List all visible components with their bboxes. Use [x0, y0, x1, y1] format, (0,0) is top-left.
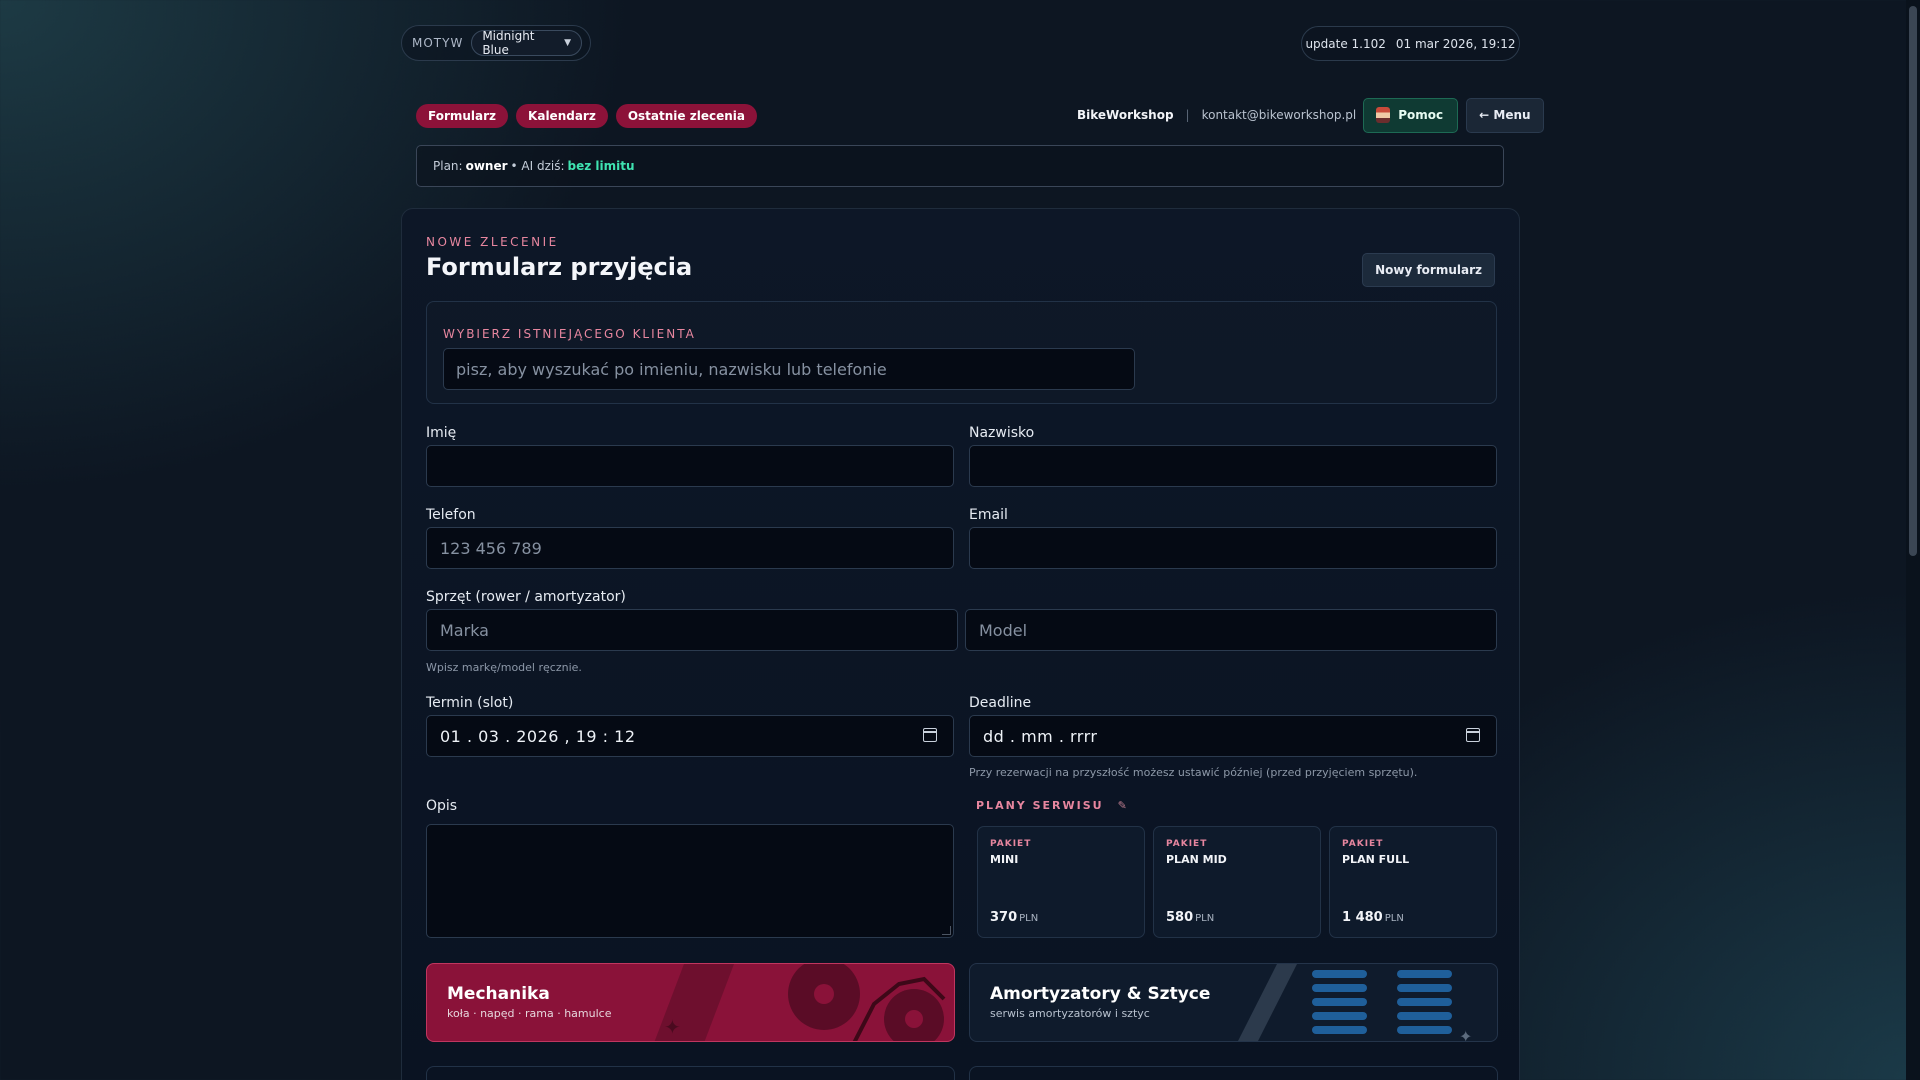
plan-name: PLAN MID — [1166, 853, 1227, 866]
header-separator: | — [1185, 108, 1190, 122]
ai-prefix: • AI dziś: — [510, 159, 565, 173]
form-eyebrow: NOWE ZLECENIE — [426, 235, 559, 249]
calendar-icon[interactable] — [1466, 728, 1480, 742]
equipment-brand-input[interactable]: Marka — [426, 609, 958, 651]
pencil-icon[interactable]: ✎ — [1118, 799, 1127, 812]
plan-tag: PAKIET — [1166, 839, 1208, 849]
calendar-icon[interactable] — [923, 728, 937, 742]
plan-prefix: Plan: — [433, 159, 463, 173]
category-subtitle: serwis amortyzatorów i sztyc — [990, 1007, 1150, 1020]
deadline-placeholder: dd . mm . rrrr — [983, 726, 1098, 746]
next-section-right — [969, 1066, 1498, 1080]
phone-label: Telefon — [426, 507, 476, 523]
description-textarea[interactable] — [426, 824, 954, 938]
svg-text:✦: ✦ — [1459, 1027, 1472, 1042]
email-label: Email — [969, 507, 1008, 523]
client-search-input[interactable]: pisz, aby wyszukać po imieniu, nazwisku … — [443, 348, 1135, 390]
plan-price: 580 PLN — [1166, 910, 1214, 925]
plan-tag: PAKIET — [990, 839, 1032, 849]
main-nav: Formularz Kalendarz Ostatnie zlecenia — [416, 104, 757, 128]
category-title: Mechanika — [447, 984, 550, 1004]
first-name-input[interactable] — [426, 445, 954, 487]
plan-price-currency: PLN — [1384, 913, 1404, 924]
tab-formularz[interactable]: Formularz — [416, 104, 509, 128]
theme-select[interactable]: Midnight Blue ▼ — [471, 29, 582, 57]
ai-value: bez limitu — [567, 159, 635, 173]
plan-name: MINI — [990, 853, 1019, 866]
plan-price-currency: PLN — [1019, 913, 1039, 924]
plan-price-currency: PLN — [1195, 913, 1215, 924]
page-scrollbar[interactable] — [1906, 0, 1920, 1080]
intake-form-card: NOWE ZLECENIE Formularz przyjęcia Nowy f… — [401, 208, 1520, 1080]
next-section-left — [426, 1066, 955, 1080]
service-plans-title: PLANY SERWISU — [976, 799, 1104, 812]
tab-kalendarz[interactable]: Kalendarz — [516, 104, 608, 128]
last-name-input[interactable] — [969, 445, 1497, 487]
plan-price-value: 1 480 — [1342, 910, 1383, 925]
chevron-down-icon: ▼ — [564, 38, 571, 48]
page-title: Formularz przyjęcia — [426, 253, 693, 281]
plan-price: 1 480 PLN — [1342, 910, 1404, 925]
equipment-label: Sprzęt (rower / amortyzator) — [426, 589, 626, 605]
plan-card-full[interactable]: PAKIET PLAN FULL 1 480 PLN — [1329, 826, 1497, 938]
brand-name: BikeWorkshop — [1077, 108, 1174, 122]
shock-absorber-illustration-icon: ✦ — [1238, 964, 1472, 1042]
category-amortyzatory-card[interactable]: ✦ Amortyzatory & Sztyce serwis amortyzat… — [969, 963, 1498, 1042]
resize-grip-icon[interactable] — [942, 926, 951, 935]
service-plans-header: PLANY SERWISU ✎ — [976, 799, 1127, 812]
theme-select-value: Midnight Blue — [482, 29, 535, 57]
slot-value: 01 . 03 . 2026 , 19 : 12 — [440, 726, 636, 746]
plan-value: owner — [465, 159, 508, 173]
plan-name: PLAN FULL — [1342, 853, 1410, 866]
help-button-label: Pomoc — [1398, 108, 1444, 122]
tab-ostatnie-zlecenia[interactable]: Ostatnie zlecenia — [615, 104, 757, 128]
first-name-label: Imię — [426, 425, 457, 441]
category-mechanika-card[interactable]: ✦ Mechanika koła · napęd · rama · hamulc… — [426, 963, 955, 1042]
help-button[interactable]: Pomoc — [1363, 97, 1459, 133]
help-avatar-icon — [1376, 107, 1391, 123]
client-picker-label: WYBIERZ ISTNIEJĄCEGO KLIENTA — [443, 327, 696, 341]
category-title: Amortyzatory & Sztyce — [990, 984, 1211, 1004]
plan-price-value: 580 — [1166, 910, 1194, 925]
plan-tag: PAKIET — [1342, 839, 1384, 849]
menu-button[interactable]: ← Menu — [1466, 97, 1544, 133]
plan-price-value: 370 — [990, 910, 1018, 925]
new-form-button[interactable]: Nowy formularz — [1362, 253, 1495, 287]
plan-price: 370 PLN — [990, 910, 1038, 925]
email-input[interactable] — [969, 527, 1497, 569]
description-label: Opis — [426, 798, 458, 814]
contact-email[interactable]: kontakt@bikeworkshop.pl — [1202, 108, 1357, 122]
gear-chain-illustration-icon: ✦ — [654, 964, 946, 1041]
svg-text:✦: ✦ — [664, 1015, 681, 1039]
theme-label: MOTYW — [412, 36, 464, 50]
update-datetime: 01 mar 2026, 19:12 — [1395, 36, 1516, 51]
slot-label: Termin (slot) — [426, 695, 514, 711]
deadline-date-input[interactable]: dd . mm . rrrr — [969, 715, 1497, 757]
last-name-label: Nazwisko — [969, 425, 1035, 441]
plan-card-mini[interactable]: PAKIET MINI 370 PLN — [977, 826, 1145, 938]
equipment-hint: Wpisz markę/model ręcznie. — [426, 661, 582, 674]
slot-datetime-input[interactable]: 01 . 03 . 2026 , 19 : 12 — [426, 715, 954, 757]
theme-switcher: MOTYW Midnight Blue ▼ — [401, 25, 591, 61]
category-subtitle: koła · napęd · rama · hamulce — [447, 1007, 612, 1020]
plan-card-mid[interactable]: PAKIET PLAN MID 580 PLN — [1153, 826, 1321, 938]
deadline-label: Deadline — [969, 695, 1032, 711]
deadline-hint: Przy rezerwacji na przyszłość możesz ust… — [969, 766, 1418, 779]
phone-input[interactable]: 123 456 789 — [426, 527, 954, 569]
scrollbar-thumb[interactable] — [1909, 6, 1917, 556]
client-picker: WYBIERZ ISTNIEJĄCEGO KLIENTA pisz, aby w… — [426, 301, 1497, 404]
plan-status-bar: Plan: owner • AI dziś: bez limitu — [416, 145, 1504, 187]
header-right: BikeWorkshop | kontakt@bikeworkshop.pl P… — [1077, 97, 1544, 133]
equipment-model-input[interactable]: Model — [965, 609, 1497, 651]
update-version: update 1.102 — [1305, 36, 1386, 51]
update-info: update 1.102 01 mar 2026, 19:12 — [1301, 26, 1520, 61]
